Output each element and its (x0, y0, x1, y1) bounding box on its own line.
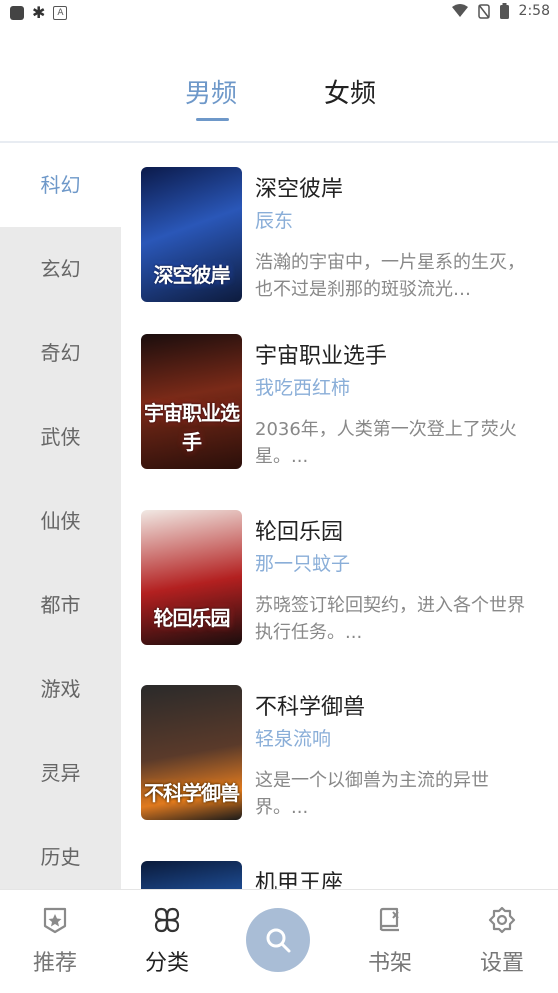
a-icon: A (53, 5, 68, 20)
book-cover[interactable]: 轮回乐园 (141, 510, 242, 645)
book-description: 2036年，人类第一次登上了荧火星。... (255, 419, 517, 467)
badge-star-icon (43, 907, 67, 934)
nav-settings[interactable]: 设置 (452, 890, 552, 990)
sidebar-item-game[interactable]: 游戏 (0, 647, 121, 731)
book-cover[interactable] (141, 861, 242, 889)
category-grid-icon (154, 907, 180, 933)
bookshelf-icon (379, 907, 399, 932)
list-item[interactable]: 机甲王座 (121, 837, 558, 889)
gender-tabs: 男频 女频 (0, 76, 558, 122)
book-list: 深空彼岸 深空彼岸 辰东 浩瀚的宇宙中，一片星系的生灭，也不过是刹那的斑驳流光…… (121, 143, 558, 889)
cover-title: 宇宙职业选手 (144, 401, 240, 454)
bug-icon: ✱ (32, 3, 46, 22)
book-title: 机甲王座 (255, 871, 344, 889)
book-title: 不科学御兽 (255, 695, 366, 720)
tab-female[interactable]: 女频 (324, 76, 376, 112)
category-sidebar: 科幻 玄幻 奇幻 武侠 仙侠 都市 游戏 灵异 历史 (0, 143, 121, 889)
sidebar-item-history[interactable]: 历史 (0, 815, 121, 899)
tab-male[interactable]: 男频 (185, 76, 237, 112)
gear-icon (488, 906, 516, 934)
book-title: 轮回乐园 (255, 520, 344, 545)
book-cover[interactable]: 宇宙职业选手 (141, 334, 242, 469)
nav-recommend-label: 推荐 (32, 951, 77, 976)
book-description: 浩瀚的宇宙中，一片星系的生灭，也不过是刹那的斑驳流光… (255, 252, 525, 300)
sidebar-item-wuxia[interactable]: 武侠 (0, 395, 121, 479)
notification-square-icon (10, 5, 24, 20)
list-item[interactable]: 轮回乐园 轮回乐园 那一只蚊子 苏晓签订轮回契约，进入各个世界执行任务。... (121, 486, 558, 662)
cover-title: 轮回乐园 (153, 606, 231, 630)
sidebar-item-xianxia[interactable]: 仙侠 (0, 479, 121, 563)
status-bar: ✱ A 2:58 (0, 0, 558, 26)
nav-category-label: 分类 (144, 951, 189, 976)
sidebar-item-scifi[interactable]: 科幻 (0, 143, 121, 227)
nav-settings-label: 设置 (479, 951, 524, 976)
search-icon (266, 928, 291, 953)
no-sim-icon (477, 3, 490, 19)
list-item[interactable]: 宇宙职业选手 宇宙职业选手 我吃西红柿 2036年，人类第一次登上了荧火星。..… (121, 310, 558, 486)
book-author: 我吃西红柿 (255, 377, 351, 399)
bottom-nav: 推荐 分类 书架 设置 (0, 889, 558, 993)
sidebar-item-urban[interactable]: 都市 (0, 563, 121, 647)
nav-recommend[interactable]: 推荐 (5, 890, 105, 990)
book-author: 那一只蚊子 (255, 553, 351, 575)
book-author: 辰东 (255, 210, 294, 232)
book-cover[interactable]: 不科学御兽 (141, 685, 242, 820)
book-title: 宇宙职业选手 (255, 344, 388, 369)
list-item[interactable]: 不科学御兽 不科学御兽 轻泉流响 这是一个以御兽为主流的异世界。... (121, 661, 558, 837)
nav-bookshelf-label: 书架 (367, 951, 412, 976)
sidebar-item-xuanhuan[interactable]: 玄幻 (0, 227, 121, 311)
battery-icon (499, 3, 509, 19)
book-cover[interactable]: 深空彼岸 (141, 167, 242, 302)
sidebar-item-fantasy[interactable]: 奇幻 (0, 311, 121, 395)
search-button[interactable] (246, 908, 310, 972)
cover-title: 深空彼岸 (153, 263, 231, 287)
tab-indicator (196, 118, 229, 121)
book-description: 苏晓签订轮回契约，进入各个世界执行任务。... (255, 595, 525, 643)
nav-category[interactable]: 分类 (117, 890, 217, 990)
wifi-icon (451, 4, 468, 17)
book-description: 这是一个以御兽为主流的异世界。... (255, 770, 489, 818)
book-author: 轻泉流响 (255, 728, 332, 750)
list-item[interactable]: 深空彼岸 深空彼岸 辰东 浩瀚的宇宙中，一片星系的生灭，也不过是刹那的斑驳流光… (121, 143, 558, 319)
cover-title: 不科学御兽 (144, 781, 240, 805)
nav-bookshelf[interactable]: 书架 (340, 890, 440, 990)
status-time: 2:58 (518, 3, 550, 19)
book-title: 深空彼岸 (255, 177, 344, 202)
sidebar-item-supernatural[interactable]: 灵异 (0, 731, 121, 815)
